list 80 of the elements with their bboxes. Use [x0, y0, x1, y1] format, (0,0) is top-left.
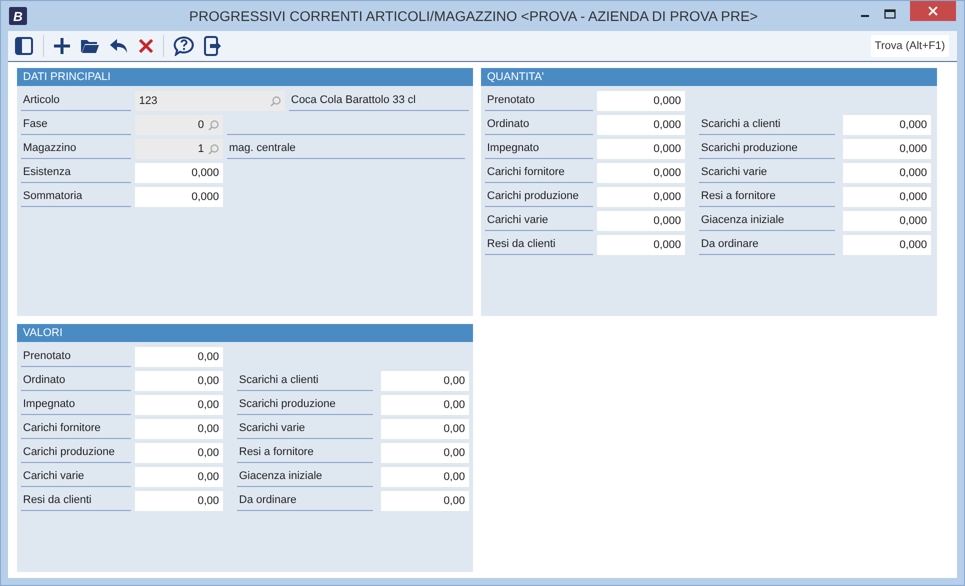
field-label: Prenotato: [21, 347, 131, 367]
number-field[interactable]: 0,000: [843, 211, 931, 231]
lookup-field[interactable]: 1: [135, 139, 223, 159]
folder-icon[interactable]: [80, 38, 100, 54]
description-text: mag. centrale: [227, 139, 465, 159]
delete-icon[interactable]: [138, 38, 154, 54]
app-logo: B: [9, 7, 27, 25]
number-field[interactable]: 0,000: [135, 163, 223, 183]
field-label: Carichi varie: [485, 211, 593, 231]
field-label: Carichi varie: [21, 467, 131, 487]
number-field[interactable]: 0,00: [135, 371, 223, 391]
field-label: Scarichi varie: [237, 419, 373, 439]
number-field[interactable]: 0,000: [597, 187, 685, 207]
field-label: Giacenza iniziale: [237, 467, 373, 487]
number-field[interactable]: 0,00: [381, 467, 469, 487]
number-field[interactable]: 0,000: [135, 187, 223, 207]
number-field[interactable]: 0,000: [597, 235, 685, 255]
number-field[interactable]: 0,000: [843, 163, 931, 183]
field-label: Da ordinare: [237, 491, 373, 511]
number-field[interactable]: 0,00: [135, 419, 223, 439]
number-field[interactable]: 0,00: [381, 491, 469, 511]
number-field[interactable]: 0,00: [135, 467, 223, 487]
number-field[interactable]: 0,00: [381, 419, 469, 439]
number-field[interactable]: 0,000: [597, 163, 685, 183]
description-text: Coca Cola Barattolo 33 cl: [289, 91, 469, 111]
field-label: Scarichi produzione: [699, 139, 835, 159]
number-field[interactable]: 0,00: [381, 371, 469, 391]
undo-icon[interactable]: [109, 38, 129, 54]
help-icon[interactable]: [173, 36, 195, 56]
field-label: Scarichi a clienti: [699, 115, 835, 135]
number-field[interactable]: 0,000: [597, 139, 685, 159]
field-label: Scarichi produzione: [237, 395, 373, 415]
field-label: Carichi produzione: [485, 187, 593, 207]
maximize-icon[interactable]: [884, 9, 896, 19]
number-field[interactable]: 0,00: [381, 395, 469, 415]
number-field[interactable]: 0,000: [843, 187, 931, 207]
close-icon: [928, 6, 938, 16]
field-label: Scarichi a clienti: [237, 371, 373, 391]
field-label: Scarichi varie: [699, 163, 835, 183]
number-field[interactable]: 0,00: [135, 491, 223, 511]
field-label: Da ordinare: [699, 235, 835, 255]
field-label: Prenotato: [485, 91, 593, 111]
field-label: Articolo: [21, 91, 131, 111]
field-label: Ordinato: [485, 115, 593, 135]
exit-icon[interactable]: [204, 36, 222, 56]
number-field[interactable]: 0,00: [381, 443, 469, 463]
field-label: Giacenza iniziale: [699, 211, 835, 231]
field-label: Carichi fornitore: [21, 419, 131, 439]
number-field[interactable]: 0,000: [597, 211, 685, 231]
number-field[interactable]: 0,000: [597, 91, 685, 111]
field-label: Esistenza: [21, 163, 131, 183]
field-label: Resi da clienti: [485, 235, 593, 255]
field-label: Magazzino: [21, 139, 131, 159]
field-label: Ordinato: [21, 371, 131, 391]
field-label: Carichi fornitore: [485, 163, 593, 183]
window-title: PROGRESSIVI CORRENTI ARTICOLI/MAGAZZINO <PROVA - AZIENDA DI PROVA PRE>: [188, 8, 759, 24]
field-label: Impegnato: [21, 395, 131, 415]
field-label: Carichi produzione: [21, 443, 131, 463]
field-label: Sommatoria: [21, 187, 131, 207]
number-field[interactable]: 0,00: [135, 347, 223, 367]
panel-header: VALORI: [17, 324, 473, 342]
number-field[interactable]: 0,000: [843, 235, 931, 255]
field-label: Fase: [21, 115, 131, 135]
field-label: Resi a fornitore: [237, 443, 373, 463]
number-field[interactable]: 0,000: [843, 139, 931, 159]
panel-icon[interactable]: [14, 36, 34, 56]
close-button[interactable]: [910, 1, 956, 21]
number-field[interactable]: 0,00: [135, 443, 223, 463]
field-label: Impegnato: [485, 139, 593, 159]
field-label: Resi da clienti: [21, 491, 131, 511]
lookup-field[interactable]: 123: [135, 91, 285, 111]
add-icon[interactable]: [53, 37, 71, 55]
lookup-field[interactable]: 0: [135, 115, 223, 135]
panel-header: QUANTITA': [481, 68, 937, 86]
field-label: Resi a fornitore: [699, 187, 835, 207]
find-button[interactable]: Trova (Alt+F1): [870, 35, 949, 57]
panel-header: DATI PRINCIPALI: [17, 68, 473, 86]
number-field[interactable]: 0,000: [843, 115, 931, 135]
number-field[interactable]: 0,00: [135, 395, 223, 415]
number-field[interactable]: 0,000: [597, 115, 685, 135]
